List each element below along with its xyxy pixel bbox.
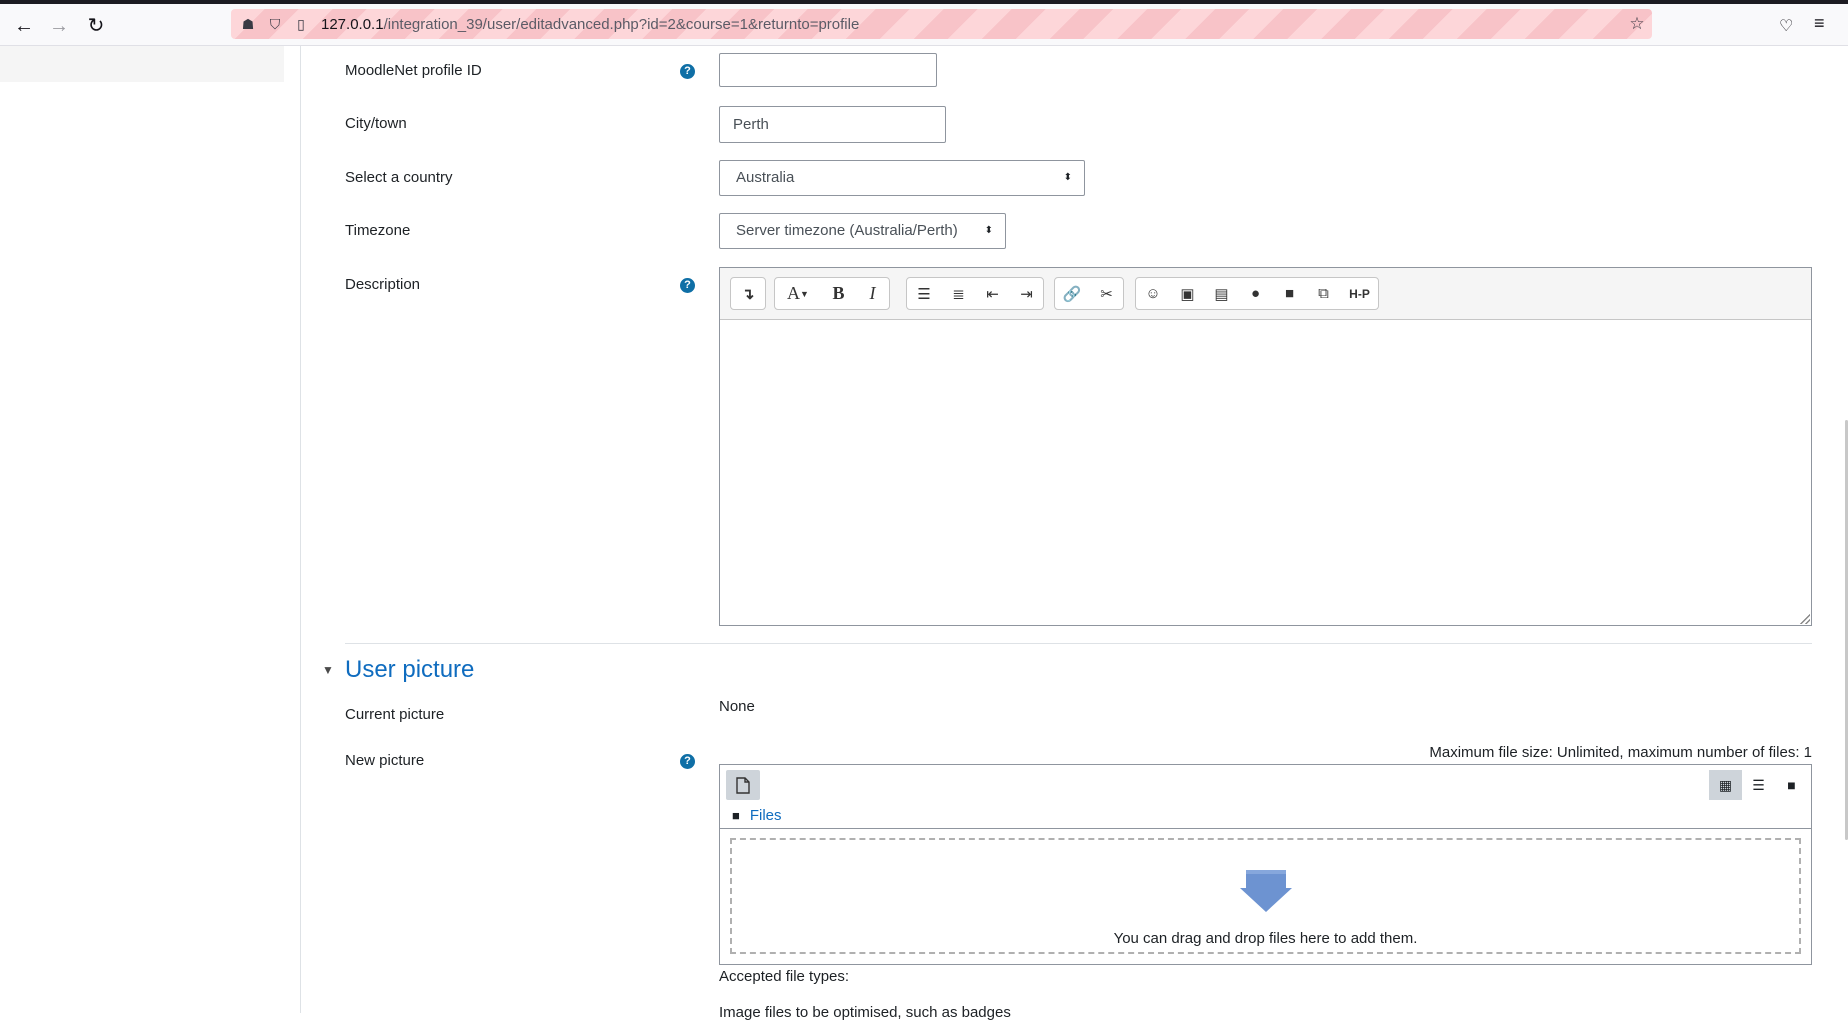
italic-icon[interactable]: I [855, 278, 889, 309]
numbered-list-icon[interactable]: ≣ [941, 278, 975, 309]
record-audio-icon[interactable]: ● [1238, 278, 1272, 309]
moodlenet-label: MoodleNet profile ID [345, 62, 482, 79]
timezone-label: Timezone [345, 222, 411, 239]
file-picker: ▦ ☰ ■ ■ Files You can drag and drop file… [719, 764, 1812, 965]
toolbar-group-collapse: ↴ [730, 277, 766, 310]
bold-icon[interactable]: B [821, 278, 855, 309]
shield-icon[interactable]: ⛉ [266, 15, 284, 33]
back-icon[interactable]: ← [12, 14, 36, 38]
moodlenet-input[interactable] [719, 53, 937, 87]
robot-icon[interactable]: ☗ [239, 15, 257, 33]
drop-text: You can drag and drop files here to add … [1113, 930, 1418, 947]
folder-icon: ■ [732, 808, 740, 823]
drop-zone[interactable]: You can drag and drop files here to add … [730, 838, 1801, 954]
browser-toolbar: ← → ↻ ☗ ⛉ ▯ 127.0.0.1/integration_39/use… [0, 4, 1848, 46]
image-icon[interactable]: ▣ [1170, 278, 1204, 309]
url-text[interactable]: 127.0.0.1/integration_39/user/editadvanc… [321, 16, 859, 33]
media-icon[interactable]: ▤ [1204, 278, 1238, 309]
view-switcher: ▦ ☰ ■ [1709, 770, 1808, 800]
url-path: /integration_39/user/editadvanced.php?id… [383, 16, 860, 33]
timezone-selected: Server timezone (Australia/Perth) [736, 222, 958, 239]
toolbar-group-lists: ☰ ≣ ⇤ ⇥ [906, 277, 1044, 310]
editor-toolbar: ↴ A ▼ B I ☰ ≣ ⇤ ⇥ 🔗 ✂ ☺ ▣ ▤ ● ■ ⧉ H-P [720, 268, 1811, 320]
url-host: 127.0.0.1 [321, 16, 384, 33]
accepted-types-label: Accepted file types: [719, 968, 850, 985]
section-divider [345, 643, 1812, 644]
file-icon [736, 776, 750, 794]
outdent-icon[interactable]: ⇤ [975, 278, 1009, 309]
timezone-select[interactable]: Server timezone (Australia/Perth) ⬍ [719, 213, 1006, 249]
current-picture-label: Current picture [345, 706, 445, 723]
toolbar-group-links: 🔗 ✂ [1054, 277, 1124, 310]
pocket-icon[interactable]: ♡ [1779, 16, 1793, 36]
file-picker-divider [720, 828, 1811, 829]
help-icon[interactable]: ? [680, 64, 695, 79]
content-divider [300, 46, 301, 1013]
sidebar-item [0, 46, 284, 82]
bullet-list-icon[interactable]: ☰ [907, 278, 941, 309]
unlink-icon[interactable]: ✂ [1089, 278, 1123, 309]
font-style-icon[interactable]: A ▼ [775, 278, 821, 309]
link-icon[interactable]: 🔗 [1055, 278, 1089, 309]
description-textarea[interactable] [720, 320, 1811, 625]
country-selected: Australia [736, 169, 795, 186]
description-label: Description [345, 276, 421, 293]
help-icon[interactable]: ? [680, 754, 695, 769]
collapse-icon[interactable]: ↴ [731, 278, 765, 309]
section-title-user-picture[interactable]: User picture [345, 656, 474, 684]
reload-icon[interactable]: ↻ [84, 14, 108, 38]
new-picture-label: New picture [345, 752, 425, 769]
indent-icon[interactable]: ⇥ [1009, 278, 1043, 309]
record-video-icon[interactable]: ■ [1272, 278, 1306, 309]
toolbar-group-insert: ☺ ▣ ▤ ● ■ ⧉ H-P [1135, 277, 1379, 310]
collapse-caret-icon[interactable]: ▼ [322, 663, 334, 677]
grid-view-icon[interactable]: ▦ [1709, 770, 1742, 800]
h5p-icon[interactable]: H-P [1340, 278, 1378, 309]
files-link[interactable]: Files [750, 807, 782, 824]
forward-icon[interactable]: → [47, 14, 71, 38]
manage-files-icon[interactable]: ⧉ [1306, 278, 1340, 309]
country-select[interactable]: Australia ⬍ [719, 160, 1085, 196]
url-bar[interactable]: ☗ ⛉ ▯ 127.0.0.1/integration_39/user/edit… [231, 9, 1652, 39]
select-caret-icon: ⬍ [984, 225, 993, 236]
menu-icon[interactable]: ≡ [1814, 13, 1825, 34]
file-path: ■ Files [732, 807, 782, 824]
download-arrow-icon [1239, 870, 1292, 912]
current-picture-value: None [719, 698, 755, 715]
city-input[interactable]: Perth [719, 106, 946, 143]
toolbar-group-style: A ▼ B I [774, 277, 890, 310]
bookmark-star-icon[interactable]: ☆ [1628, 15, 1646, 33]
max-file-size-text: Maximum file size: Unlimited, maximum nu… [1429, 744, 1812, 761]
page-info-icon[interactable]: ▯ [292, 15, 310, 33]
description-editor[interactable]: ↴ A ▼ B I ☰ ≣ ⇤ ⇥ 🔗 ✂ ☺ ▣ ▤ ● ■ ⧉ H-P [719, 267, 1812, 626]
select-caret-icon: ⬍ [1063, 172, 1072, 183]
emoji-icon[interactable]: ☺ [1136, 278, 1170, 309]
add-file-button[interactable] [726, 770, 760, 800]
tree-view-icon[interactable]: ■ [1775, 770, 1808, 800]
country-label: Select a country [345, 169, 453, 186]
city-label: City/town [345, 115, 407, 132]
help-icon[interactable]: ? [680, 278, 695, 293]
resize-handle-icon[interactable] [1800, 614, 1810, 624]
list-view-icon[interactable]: ☰ [1742, 770, 1775, 800]
